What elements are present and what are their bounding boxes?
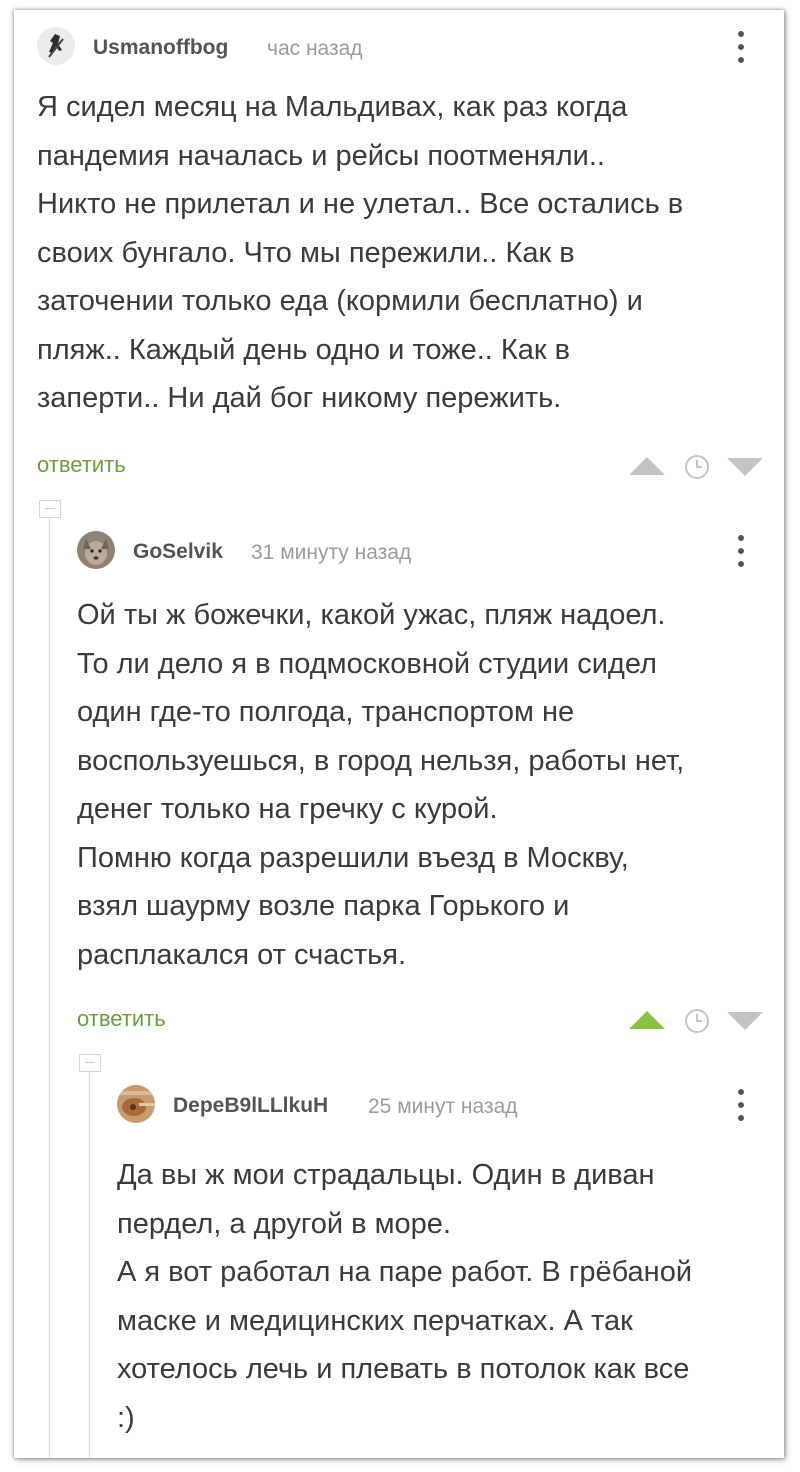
downvote-icon[interactable] bbox=[727, 1011, 763, 1031]
comment-text-line: пердел, а другой в море. bbox=[117, 1207, 451, 1240]
comment-text-line: маске и медицинских перчатках. А так bbox=[117, 1304, 633, 1337]
comment-body: Я сидел месяц на Мальдивах, как раз когд… bbox=[37, 83, 683, 423]
comment-text-line: А я вот работал на паре работ. В грёбано… bbox=[117, 1256, 693, 1288]
reply-link[interactable]: ответить bbox=[37, 452, 126, 478]
comment-timestamp: 25 минут назад bbox=[368, 1095, 518, 1118]
comment-username[interactable]: DepeB9lLLlkuH bbox=[173, 1094, 328, 1118]
comment-body: Ой ты ж божечки, какой ужас, пляж надоел… bbox=[77, 591, 684, 979]
collapse-thread-button[interactable] bbox=[39, 500, 61, 518]
thread-line bbox=[89, 1071, 90, 1458]
comment-text-line: Я сидел месяц на Мальдивах, как раз когд… bbox=[37, 91, 628, 123]
user-avatar-icon[interactable] bbox=[77, 531, 115, 569]
more-options-icon[interactable] bbox=[731, 29, 751, 65]
upvote-icon[interactable] bbox=[629, 1010, 665, 1030]
comment-timestamp: 31 минуту назад bbox=[251, 541, 412, 564]
comment-text-line: расплакался от счастья. bbox=[77, 938, 407, 971]
comment-text-line: воспользуешься, в город нельзя, работы н… bbox=[77, 744, 685, 777]
comment-text-line: Ой ты ж божечки, какой ужас, пляж надоел… bbox=[77, 599, 666, 631]
comment-text-line: заточении только еда (кормили бесплатно)… bbox=[37, 285, 643, 317]
comment-goselvik: GoSelvik 31 минуту назад Ой ты ж божечки… bbox=[77, 531, 777, 1033]
comment-depeb9illlkuh: DepeB9lLLlkuH 25 минут назад Да вы ж мои… bbox=[117, 1085, 777, 1458]
clock-icon[interactable] bbox=[684, 454, 710, 480]
more-options-icon[interactable] bbox=[731, 1087, 751, 1123]
reply-link[interactable]: ответить bbox=[77, 1006, 166, 1032]
comment-username[interactable]: Usmanoffbog bbox=[93, 36, 228, 60]
comment-body: Да вы ж мои страдальцы. Один в диван пер… bbox=[117, 1151, 692, 1442]
comment-text-line: пандемия началась и рейсы поотменяли.. bbox=[37, 139, 605, 172]
comment-header: Usmanoffbog час назад bbox=[37, 27, 777, 67]
downvote-icon[interactable] bbox=[727, 457, 763, 477]
comment-text-line: один где-то полгода, транспортом не bbox=[77, 696, 575, 728]
upvote-icon[interactable] bbox=[629, 456, 665, 476]
comment-text-line: пляж.. Каждый день одно и тоже.. Как в bbox=[37, 333, 571, 366]
comment-text-line: Да вы ж мои страдальцы. Один в диван bbox=[117, 1159, 655, 1191]
comment-header: GoSelvik 31 минуту назад bbox=[77, 531, 777, 571]
comment-username[interactable]: GoSelvik bbox=[133, 540, 223, 564]
comment-text-line: Помню когда разрешили въезд в Москву, bbox=[77, 841, 629, 874]
user-avatar-icon[interactable] bbox=[117, 1085, 155, 1123]
comment-text-line: :) bbox=[117, 1401, 135, 1434]
more-options-icon[interactable] bbox=[731, 533, 751, 569]
comment-actions bbox=[629, 451, 779, 481]
collapse-thread-button[interactable] bbox=[79, 1054, 101, 1072]
comment-text-line: заперти.. Ни дай бог никому пережить. bbox=[37, 382, 562, 414]
comment-text-line: взял шаурму возле парка Горького и bbox=[77, 890, 570, 922]
comments-feed: Usmanoffbog час назад Я сидел месяц на М… bbox=[14, 10, 784, 1458]
comment-text-line: Никто не прилетал и не улетал.. Все оста… bbox=[37, 188, 684, 220]
comment-header: DepeB9lLLlkuH 25 минут назад bbox=[117, 1085, 777, 1125]
comment-text-line: своих бунгало. Что мы пережили.. Как в bbox=[37, 236, 575, 269]
clock-icon[interactable] bbox=[684, 1008, 710, 1034]
comment-usmanoffbog: Usmanoffbog час назад Я сидел месяц на М… bbox=[37, 27, 777, 497]
thread-line bbox=[49, 517, 50, 1458]
comment-text-line: денег только на гречку с курой. bbox=[77, 793, 498, 825]
comment-timestamp: час назад bbox=[267, 37, 363, 60]
comment-text-line: хотелось лечь и плевать в потолок как вс… bbox=[117, 1353, 690, 1385]
comment-actions bbox=[629, 1005, 779, 1035]
user-avatar-icon[interactable] bbox=[37, 27, 75, 65]
comment-text-line: То ли дело я в подмосковной студии сидел bbox=[77, 647, 657, 680]
